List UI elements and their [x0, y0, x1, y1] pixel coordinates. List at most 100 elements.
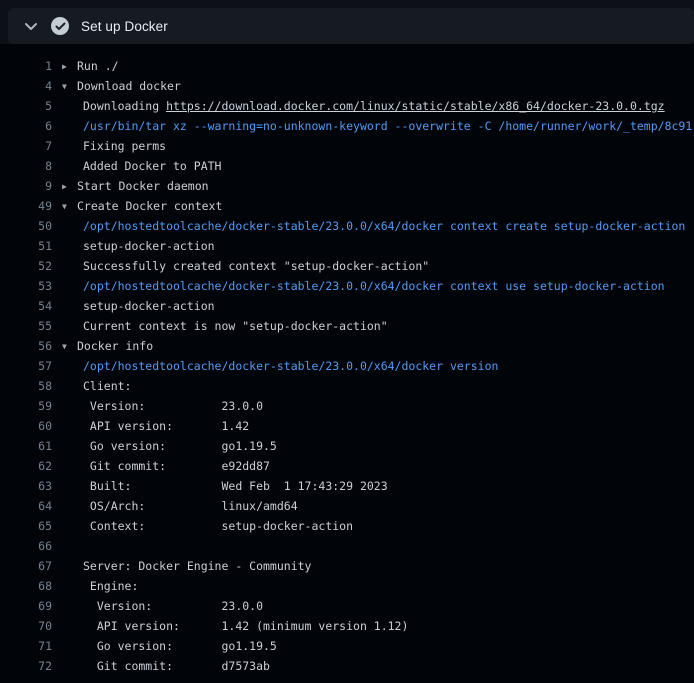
step-header[interactable]: Set up Docker: [8, 8, 694, 44]
line-number-link[interactable]: 62: [0, 456, 52, 476]
line-number-link[interactable]: 59: [0, 396, 52, 416]
log-group-line[interactable]: 1 ▶Run ./: [0, 56, 694, 76]
line-number-link[interactable]: 63: [0, 476, 52, 496]
log-text: Built: Wed Feb 1 17:43:29 2023: [83, 479, 388, 493]
line-number-link[interactable]: 51: [0, 236, 52, 256]
log-link[interactable]: https://download.docker.com/linux/static…: [166, 99, 665, 113]
log-line: 60 API version: 1.42: [0, 416, 694, 436]
line-content: /opt/hostedtoolcache/docker-stable/23.0.…: [83, 276, 665, 296]
line-number-link[interactable]: 56: [0, 336, 52, 356]
line-content: ▼Create Docker context: [62, 196, 222, 216]
log-line: 64 OS/Arch: linux/amd64: [0, 496, 694, 516]
check-circle-icon: [51, 17, 69, 35]
log-header-zone: Set up Docker: [0, 0, 694, 44]
line-content: Successfully created context "setup-dock…: [83, 256, 429, 276]
chevron-down-icon[interactable]: [24, 22, 38, 31]
line-number-link[interactable]: 64: [0, 496, 52, 516]
line-number-link[interactable]: 67: [0, 556, 52, 576]
line-number-link[interactable]: 57: [0, 356, 52, 376]
line-number-link[interactable]: 71: [0, 636, 52, 656]
log-line: 54 setup-docker-action: [0, 296, 694, 316]
line-number-link[interactable]: 55: [0, 316, 52, 336]
step-title: Set up Docker: [81, 19, 168, 34]
line-number-link[interactable]: 54: [0, 296, 52, 316]
line-content: ▶Start Docker daemon: [62, 176, 209, 196]
line-number-link[interactable]: 1: [0, 56, 52, 76]
line-number-link[interactable]: 66: [0, 536, 52, 556]
line-content: setup-docker-action: [83, 296, 215, 316]
log-line: 62 Git commit: e92dd87: [0, 456, 694, 476]
line-number-link[interactable]: 68: [0, 576, 52, 596]
line-number-link[interactable]: 8: [0, 156, 52, 176]
triangle-right-icon[interactable]: ▶: [62, 57, 77, 76]
log-line: 6 /usr/bin/tar xz --warning=no-unknown-k…: [0, 116, 694, 136]
line-number-link[interactable]: 58: [0, 376, 52, 396]
line-number-link[interactable]: 4: [0, 76, 52, 96]
log-line: 51 setup-docker-action: [0, 236, 694, 256]
log-line: 59 Version: 23.0.0: [0, 396, 694, 416]
log-group-line[interactable]: 56 ▼Docker info: [0, 336, 694, 356]
group-title: Create Docker context: [77, 199, 222, 213]
line-number-link[interactable]: 7: [0, 136, 52, 156]
log-text: setup-docker-action: [83, 299, 215, 313]
log-text: Downloading: [83, 99, 166, 113]
log-text: Git commit: d7573ab: [83, 659, 270, 673]
log-line: 69 Version: 23.0.0: [0, 596, 694, 616]
log-line: 8 Added Docker to PATH: [0, 156, 694, 176]
log-text: Version: 23.0.0: [83, 599, 263, 613]
line-content: Context: setup-docker-action: [83, 516, 353, 536]
log-text: Fixing perms: [83, 139, 166, 153]
group-title: Download docker: [77, 79, 181, 93]
log-text: Version: 23.0.0: [83, 399, 263, 413]
line-number-link[interactable]: 61: [0, 436, 52, 456]
log-group-line[interactable]: 4 ▼Download docker: [0, 76, 694, 96]
line-number-link[interactable]: 70: [0, 616, 52, 636]
line-number-link[interactable]: 65: [0, 516, 52, 536]
line-content: Server: Docker Engine - Community: [83, 556, 311, 576]
log-line: 72 Git commit: d7573ab: [0, 656, 694, 676]
line-content: Git commit: d7573ab: [83, 656, 270, 676]
line-content: OS/Arch: linux/amd64: [83, 496, 298, 516]
log-text: Current context is now "setup-docker-act…: [83, 319, 388, 333]
log-line: 5 Downloading https://download.docker.co…: [0, 96, 694, 116]
line-content: Git commit: e92dd87: [83, 456, 270, 476]
line-number-link[interactable]: 69: [0, 596, 52, 616]
line-number-link[interactable]: 60: [0, 416, 52, 436]
line-content: Engine:: [83, 576, 138, 596]
line-content: /usr/bin/tar xz --warning=no-unknown-key…: [83, 116, 692, 136]
line-content: ▼Download docker: [62, 76, 181, 96]
command-text: /opt/hostedtoolcache/docker-stable/23.0.…: [83, 359, 498, 373]
line-content: ▶Run ./: [62, 56, 119, 76]
line-number-link[interactable]: 53: [0, 276, 52, 296]
triangle-down-icon[interactable]: ▼: [62, 197, 77, 216]
line-content: Built: Wed Feb 1 17:43:29 2023: [83, 476, 388, 496]
line-number-link[interactable]: 50: [0, 216, 52, 236]
line-number-link[interactable]: 72: [0, 656, 52, 676]
log-group-line[interactable]: 49 ▼Create Docker context: [0, 196, 694, 216]
line-number-link[interactable]: 49: [0, 196, 52, 216]
log-line: 70 API version: 1.42 (minimum version 1.…: [0, 616, 694, 636]
line-content: ▼Docker info: [62, 336, 153, 356]
log-group-line[interactable]: 9 ▶Start Docker daemon: [0, 176, 694, 196]
log-line: 58 Client:: [0, 376, 694, 396]
log-text: Server: Docker Engine - Community: [83, 559, 311, 573]
log-line: 52 Successfully created context "setup-d…: [0, 256, 694, 276]
line-number-link[interactable]: 6: [0, 116, 52, 136]
log-text: Context: setup-docker-action: [83, 519, 353, 533]
triangle-down-icon[interactable]: ▼: [62, 77, 77, 96]
log-line: 71 Go version: go1.19.5: [0, 636, 694, 656]
log-text: API version: 1.42 (minimum version 1.12): [83, 619, 408, 633]
log-text: API version: 1.42: [83, 419, 249, 433]
log-text: Successfully created context "setup-dock…: [83, 259, 429, 273]
line-number-link[interactable]: 52: [0, 256, 52, 276]
log-line: 55 Current context is now "setup-docker-…: [0, 316, 694, 336]
log-text: Go version: go1.19.5: [83, 439, 277, 453]
triangle-right-icon[interactable]: ▶: [62, 177, 77, 196]
triangle-down-icon[interactable]: ▼: [62, 337, 77, 356]
log-line: 65 Context: setup-docker-action: [0, 516, 694, 536]
log-text: Engine:: [83, 579, 138, 593]
line-number-link[interactable]: 5: [0, 96, 52, 116]
line-number-link[interactable]: 9: [0, 176, 52, 196]
command-text: /usr/bin/tar xz --warning=no-unknown-key…: [83, 119, 692, 133]
log-text: setup-docker-action: [83, 239, 215, 253]
